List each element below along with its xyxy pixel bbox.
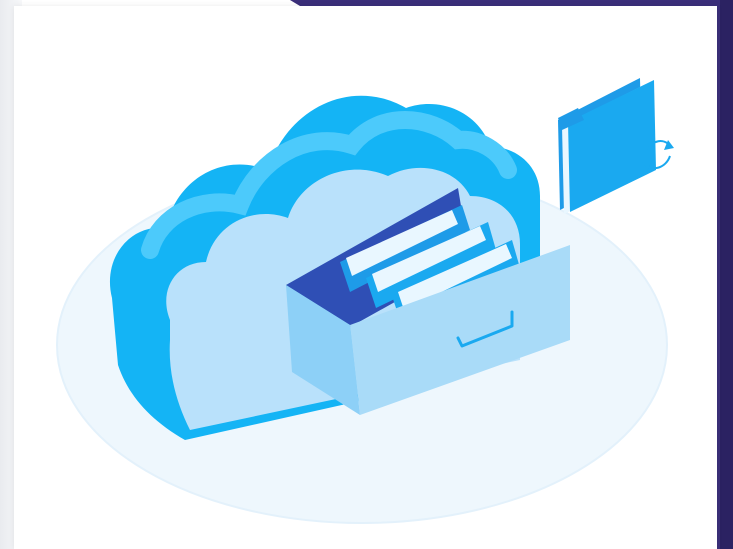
cloud-storage-illustration: [56, 78, 674, 524]
screenshot-frame: [0, 0, 733, 549]
folder-sync-icon: [558, 78, 674, 214]
